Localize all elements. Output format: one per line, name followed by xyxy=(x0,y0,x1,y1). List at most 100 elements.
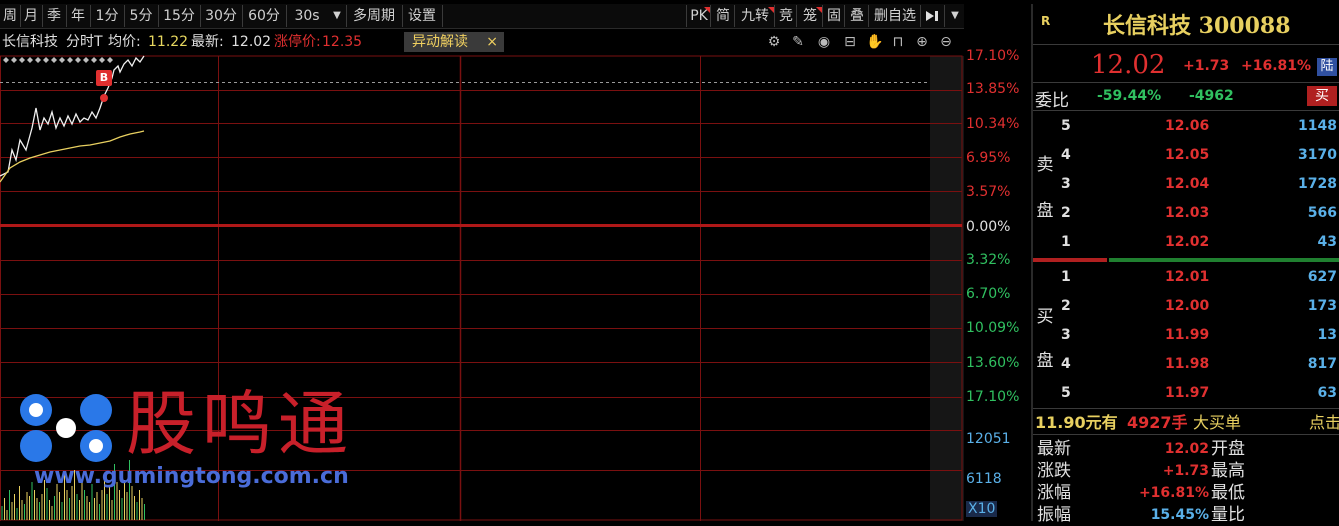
stat-row: 振幅 15.45% 量比 xyxy=(1033,504,1339,526)
ask-price: 12.02 xyxy=(1165,234,1210,250)
event-diamond-icon xyxy=(99,57,105,63)
event-diamond-icon xyxy=(19,57,25,63)
stat-label-secondary: 最低 xyxy=(1211,483,1245,503)
sell-side-label-1: 卖 xyxy=(1036,155,1054,175)
big-order-volume: 4927手 xyxy=(1127,413,1188,432)
bid-row[interactable]: 2 12.00 173 xyxy=(1059,295,1339,317)
commission-ratio-label: 委比 xyxy=(1035,91,1069,111)
ask-volume: 1148 xyxy=(1298,118,1337,134)
commission-diff: -4962 xyxy=(1189,88,1234,104)
stat-label-secondary: 量比 xyxy=(1211,505,1245,525)
r-badge: R xyxy=(1041,14,1051,28)
bid-volume: 627 xyxy=(1307,269,1337,285)
y-label-upper-4: 6.95% xyxy=(966,150,1011,166)
chart-right-gutter xyxy=(930,56,964,521)
bid-volume: 817 xyxy=(1307,356,1337,372)
avg-price-line xyxy=(0,130,145,183)
bid-level: 4 xyxy=(1061,356,1071,372)
buy-side-label-1: 买 xyxy=(1036,307,1054,327)
bid-price: 12.01 xyxy=(1165,269,1210,285)
big-order-type: 大买单 xyxy=(1193,413,1242,432)
stat-label: 振幅 xyxy=(1037,505,1071,525)
bid-row[interactable]: 3 11.99 13 xyxy=(1059,324,1339,346)
event-diamond-icon xyxy=(83,57,89,63)
bid-volume: 63 xyxy=(1317,385,1337,401)
divider xyxy=(1033,408,1339,409)
ask-volume: 3170 xyxy=(1298,147,1337,163)
quote-panel: R 长信科技 300088 12.02 +1.73 +16.81% 陆 委比 -… xyxy=(1031,4,1339,525)
event-diamond-icon xyxy=(27,57,33,63)
y-label-upper-1: 17.10% xyxy=(966,48,1020,64)
bid-row[interactable]: 1 12.01 627 xyxy=(1059,266,1339,288)
y-label-zero: 0.00% xyxy=(966,219,1011,235)
y-label-upper-2: 13.85% xyxy=(966,81,1020,97)
bid-price: 11.97 xyxy=(1165,385,1210,401)
divider xyxy=(1033,82,1339,83)
stat-value: 15.45% xyxy=(1150,507,1209,523)
price-change: +1.73 xyxy=(1183,58,1230,74)
ask-volume: 43 xyxy=(1317,234,1337,250)
event-diamond-icon xyxy=(91,57,97,63)
ask-row[interactable]: 1 12.02 43 xyxy=(1059,231,1339,253)
y-label-lower-3: 10.09% xyxy=(966,320,1020,336)
stat-label: 最新 xyxy=(1037,439,1071,459)
ask-price: 12.06 xyxy=(1165,118,1210,134)
bid-volume: 13 xyxy=(1317,327,1337,343)
ask-level: 4 xyxy=(1061,147,1071,163)
stat-label: 涨幅 xyxy=(1037,483,1071,503)
big-order-link[interactable]: 点击 xyxy=(1309,412,1339,434)
hk-connect-badge[interactable]: 陆 xyxy=(1317,58,1337,76)
bid-level: 2 xyxy=(1061,298,1071,314)
event-diamond-icon xyxy=(35,57,41,63)
bid-level: 3 xyxy=(1061,327,1071,343)
y-label-lower-1: 3.32% xyxy=(966,252,1011,268)
stat-row: 涨跌 +1.73 最高 xyxy=(1033,460,1339,482)
buy-signal-marker[interactable]: B xyxy=(96,70,112,86)
buy-point-dot xyxy=(100,94,108,102)
current-price: 12.02 xyxy=(1091,50,1166,80)
price-change-pct: +16.81% xyxy=(1241,58,1312,74)
bid-level: 1 xyxy=(1061,269,1071,285)
bid-level: 5 xyxy=(1061,385,1071,401)
ask-price: 12.04 xyxy=(1165,176,1210,192)
event-diamond-icon xyxy=(51,57,57,63)
y-label-upper-5: 3.57% xyxy=(966,184,1011,200)
ask-row[interactable]: 2 12.03 566 xyxy=(1059,202,1339,224)
ask-row[interactable]: 5 12.06 1148 xyxy=(1059,115,1339,137)
stat-label: 涨跌 xyxy=(1037,461,1071,481)
volume-multiplier: X10 xyxy=(966,501,998,517)
ask-volume: 566 xyxy=(1307,205,1337,221)
stat-value: 12.02 xyxy=(1164,441,1209,457)
event-diamond-icon xyxy=(43,57,49,63)
bid-price: 11.99 xyxy=(1165,327,1210,343)
commission-ratio-pct: -59.44% xyxy=(1097,88,1162,104)
ask-volume: 1728 xyxy=(1298,176,1337,192)
y-label-lower-4: 13.60% xyxy=(966,355,1020,371)
stat-value: +16.81% xyxy=(1138,485,1209,501)
big-order-alert[interactable]: 11.90元有 4927手 大买单 点击 xyxy=(1035,412,1339,434)
bid-volume: 173 xyxy=(1307,298,1337,314)
event-diamond-icon xyxy=(75,57,81,63)
event-diamond-icon xyxy=(3,57,9,63)
ask-price: 12.05 xyxy=(1165,147,1210,163)
divider xyxy=(1033,110,1339,111)
stat-row: 涨幅 +16.81% 最低 xyxy=(1033,482,1339,504)
ask-level: 2 xyxy=(1061,205,1071,221)
buy-button[interactable]: 买 xyxy=(1307,86,1337,106)
bid-price: 12.00 xyxy=(1165,298,1210,314)
bid-ask-separator-green xyxy=(1109,258,1339,262)
stock-title: 长信科技 300088 xyxy=(1103,13,1291,39)
event-diamond-icon xyxy=(67,57,73,63)
stat-label-secondary: 开盘 xyxy=(1211,439,1245,459)
divider xyxy=(1033,44,1339,45)
stock-terminal: 周 月 季 年 1分 5分 15分 30分 60分 30s ▼ 多周期 设置 P… xyxy=(0,0,1339,525)
bid-row[interactable]: 5 11.97 63 xyxy=(1059,382,1339,404)
bid-row[interactable]: 4 11.98 817 xyxy=(1059,353,1339,375)
ask-level: 5 xyxy=(1061,118,1071,134)
ask-row[interactable]: 4 12.05 3170 xyxy=(1059,144,1339,166)
volume-label-high: 12051 xyxy=(966,431,1011,447)
bid-ask-separator-red xyxy=(1033,258,1107,262)
stat-row: 最新 12.02 开盘 xyxy=(1033,438,1339,460)
ask-row[interactable]: 3 12.04 1728 xyxy=(1059,173,1339,195)
ask-price: 12.03 xyxy=(1165,205,1210,221)
